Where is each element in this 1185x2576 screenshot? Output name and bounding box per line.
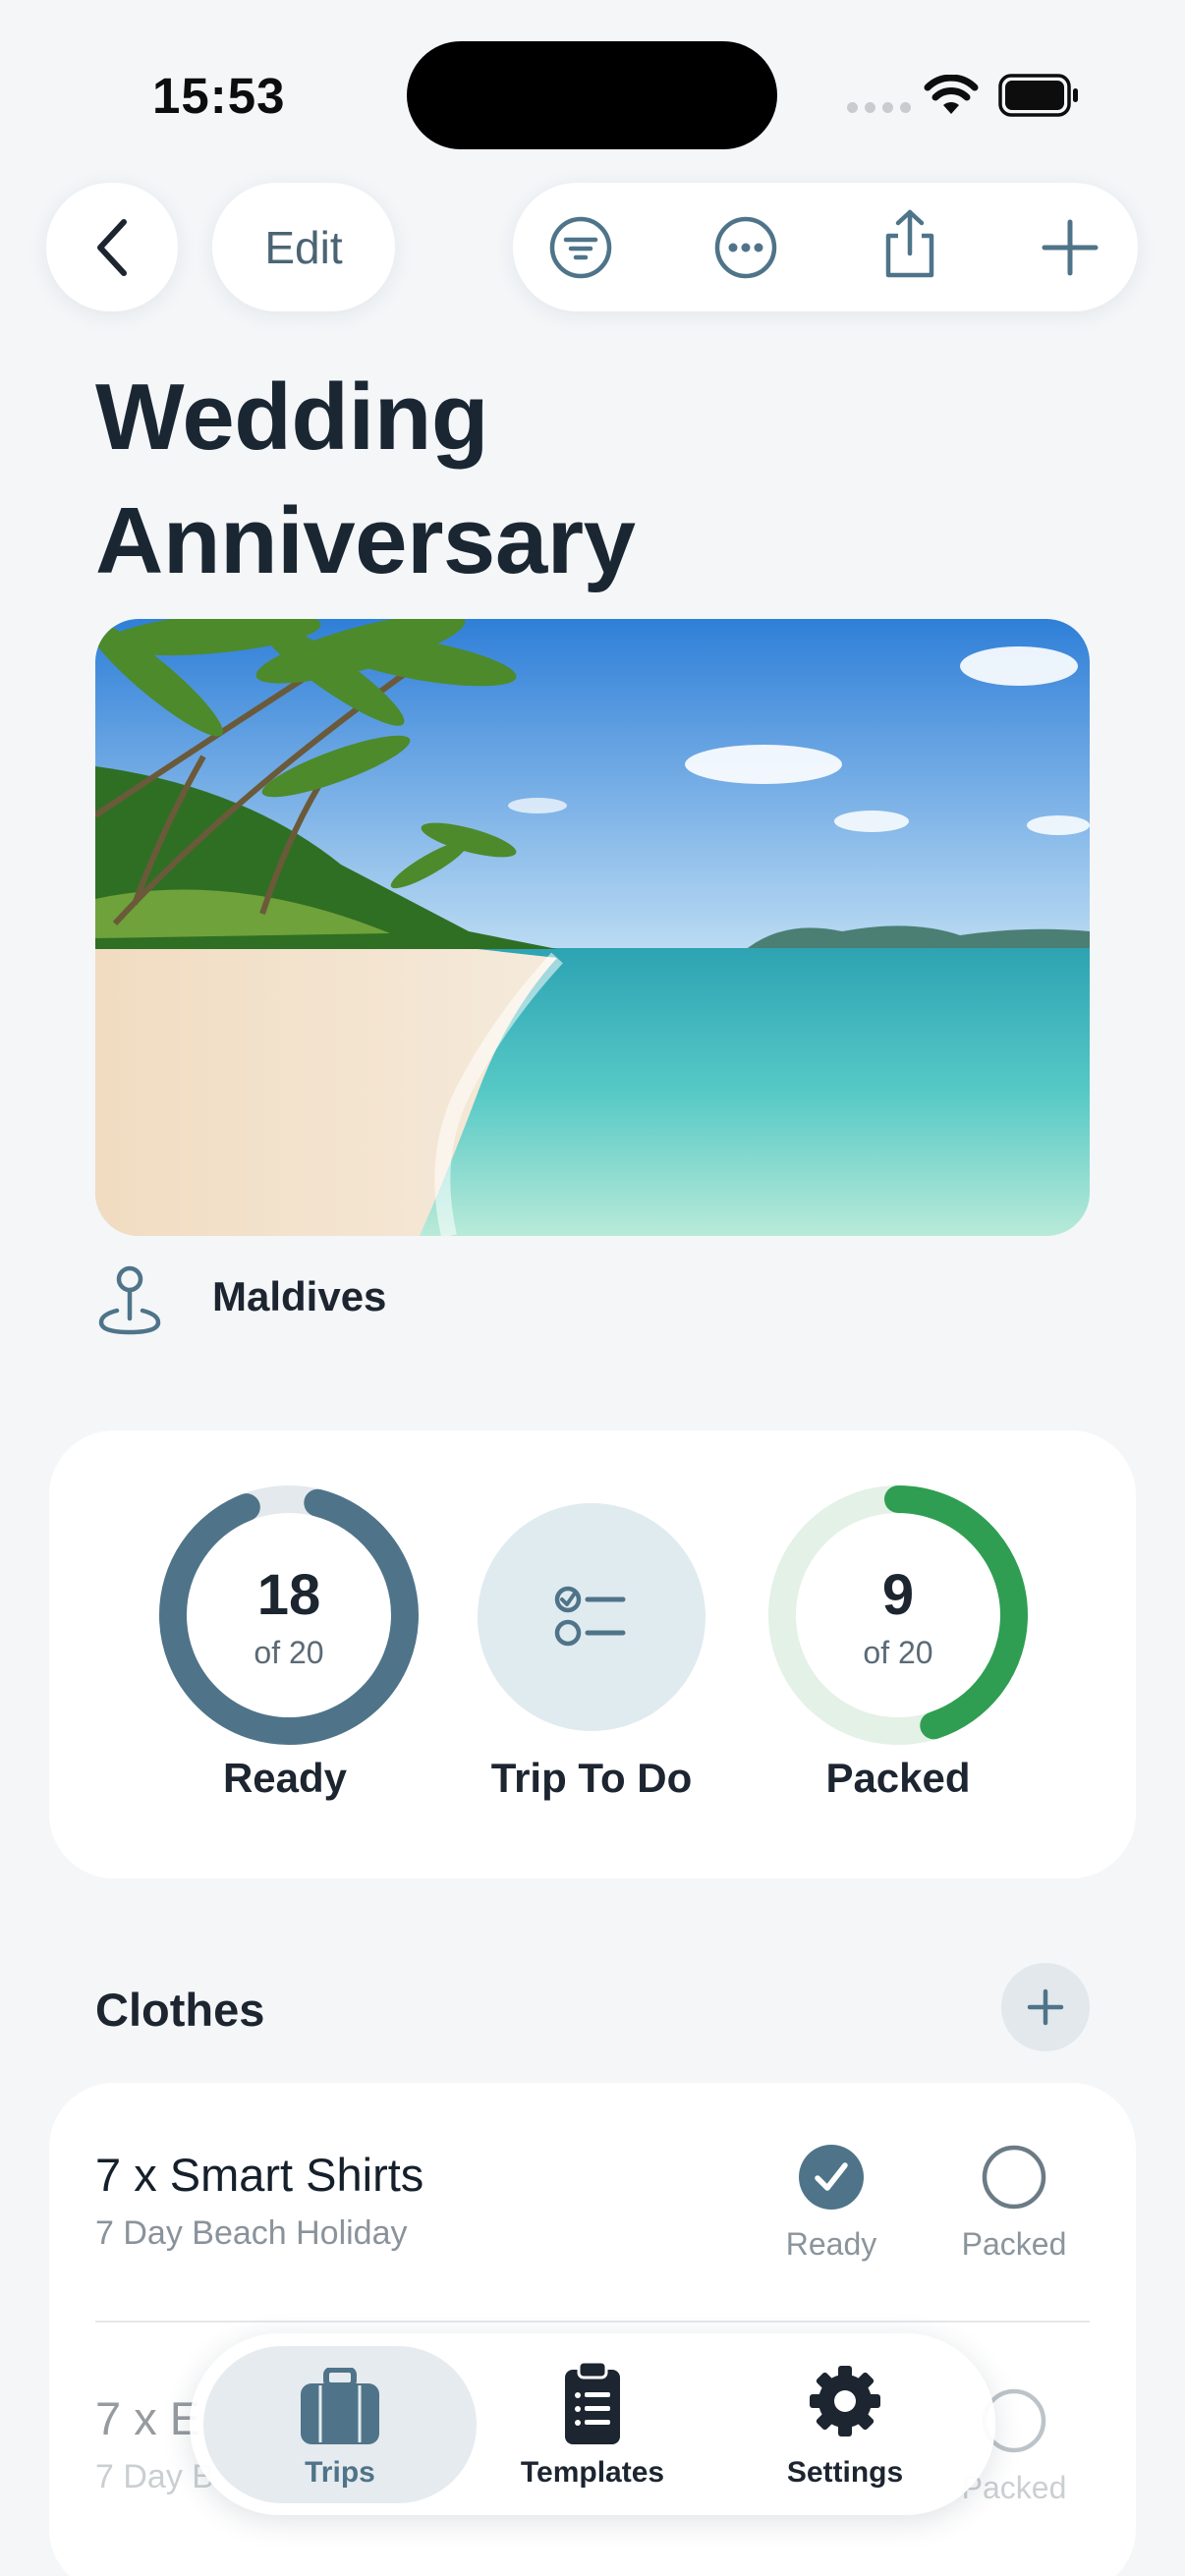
- item-packed-label: Packed: [961, 2226, 1067, 2262]
- cellular-signal-icon: [847, 102, 911, 113]
- ready-total: of 20: [254, 1635, 324, 1670]
- edit-button[interactable]: Edit: [212, 183, 395, 311]
- trip-todo-label: Trip To Do: [490, 1755, 693, 1801]
- item-ready-label: Ready: [785, 2226, 877, 2262]
- trip-title-line2: Anniversary: [95, 488, 636, 593]
- tab-label: Trips: [305, 2456, 375, 2489]
- trip-title: Wedding Anniversary: [95, 356, 980, 603]
- ready-label: Ready: [222, 1755, 348, 1801]
- plus-icon: [1027, 1988, 1064, 2026]
- packed-checkbox-icon[interactable]: [981, 2144, 1047, 2211]
- ready-count: 18: [256, 1563, 321, 1627]
- map-pin-icon: [98, 1265, 161, 1335]
- dynamic-island: [407, 41, 777, 149]
- ready-checkmark-icon[interactable]: [798, 2144, 865, 2211]
- toolbar-actions: [513, 183, 1138, 311]
- item-subtitle: 7 Day B: [95, 2458, 214, 2495]
- gear-icon: [810, 2366, 880, 2436]
- trip-location[interactable]: Maldives: [212, 1273, 386, 1320]
- more-options-icon[interactable]: [714, 216, 777, 279]
- status-time: 15:53: [152, 68, 286, 124]
- list-divider: [95, 2321, 1090, 2323]
- checklist-icon: [554, 1586, 626, 1647]
- packed-count: 9: [881, 1563, 915, 1627]
- battery-icon: [998, 74, 1078, 117]
- trip-todo-button[interactable]: [478, 1503, 705, 1731]
- chevron-left-icon: [97, 218, 127, 276]
- tab-templates[interactable]: Templates: [475, 2346, 710, 2503]
- packed-label: Packed: [825, 1755, 971, 1801]
- suitcase-icon: [301, 2368, 379, 2444]
- wifi-icon: [924, 75, 979, 114]
- section-title-clothes: Clothes: [95, 1984, 265, 2036]
- add-icon[interactable]: [1039, 216, 1101, 279]
- item-title: 7 x E: [95, 2392, 201, 2444]
- trip-title-line1: Wedding: [95, 364, 489, 470]
- share-icon[interactable]: [878, 208, 941, 279]
- packed-total: of 20: [863, 1635, 933, 1670]
- tab-label: Settings: [786, 2456, 904, 2489]
- clipboard-icon: [565, 2360, 620, 2444]
- item-subtitle: 7 Day Beach Holiday: [95, 2214, 408, 2252]
- add-item-button[interactable]: [1001, 1963, 1090, 2051]
- tab-trips[interactable]: Trips: [222, 2346, 458, 2503]
- trip-photo[interactable]: [95, 619, 1090, 1236]
- tab-label: Templates: [520, 2456, 665, 2489]
- item-title: 7 x Smart Shirts: [95, 2149, 424, 2201]
- filter-icon[interactable]: [549, 216, 612, 279]
- back-button[interactable]: [46, 183, 178, 311]
- tab-settings[interactable]: Settings: [727, 2346, 963, 2503]
